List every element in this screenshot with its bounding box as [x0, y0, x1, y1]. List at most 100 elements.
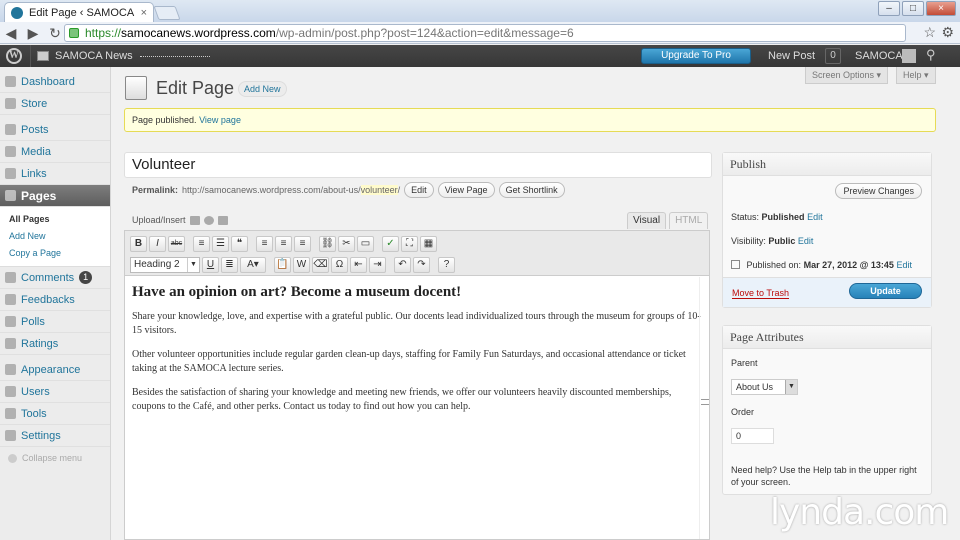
sidebar-item-pages[interactable]: Pages — [0, 185, 110, 207]
sidebar-item-label: Posts — [21, 123, 49, 136]
post-title-input[interactable]: Volunteer — [124, 152, 712, 178]
view-page-button[interactable]: View Page — [437, 182, 495, 198]
forward-arrow-icon[interactable]: ▶ — [22, 24, 44, 42]
submenu-copy-page[interactable]: Copy a Page — [9, 245, 110, 262]
more-tag-icon[interactable]: ▭ — [357, 235, 374, 252]
kitchen-sink-icon[interactable]: ▦ — [420, 235, 437, 252]
notifications-count[interactable]: 0 — [825, 48, 841, 64]
back-arrow-icon[interactable]: ◀ — [0, 24, 22, 42]
unlink-icon[interactable]: ✂ — [338, 235, 355, 252]
new-tab-button[interactable] — [153, 6, 181, 20]
align-right-icon[interactable]: ≡ — [294, 235, 311, 252]
avatar[interactable] — [902, 49, 916, 63]
add-document-icon[interactable] — [217, 215, 228, 225]
site-menu[interactable]: SAMOCA News — [30, 45, 139, 67]
move-to-trash-link[interactable]: Move to Trash — [732, 288, 790, 299]
preview-changes-button[interactable]: Preview Changes — [835, 183, 922, 199]
sidebar-item-appearance[interactable]: Appearance — [0, 359, 110, 381]
sidebar-item-settings[interactable]: Settings — [0, 425, 110, 447]
paste-text-icon[interactable]: 📋 — [274, 256, 291, 273]
bold-icon[interactable]: B — [130, 235, 147, 252]
strikethrough-icon[interactable]: abc — [168, 235, 185, 252]
format-select[interactable]: Heading 2 ▼ — [130, 256, 200, 273]
edit-permalink-button[interactable]: Edit — [404, 182, 434, 198]
add-new-button[interactable]: Add New — [238, 81, 287, 97]
editor-resize-handle[interactable] — [699, 277, 709, 539]
editor-body[interactable]: Have an opinion on art? Become a museum … — [125, 276, 709, 432]
undo-icon[interactable]: ↶ — [394, 256, 411, 273]
redo-icon[interactable]: ↷ — [413, 256, 430, 273]
update-button[interactable]: Update — [849, 283, 922, 299]
tab-html[interactable]: HTML — [669, 212, 709, 229]
fullscreen-icon[interactable]: ⛶ — [401, 235, 418, 252]
tab-close-icon[interactable]: × — [141, 7, 147, 19]
sidebar-item-store[interactable]: Store — [0, 93, 110, 115]
outdent-icon[interactable]: ⇤ — [350, 256, 367, 273]
url-field[interactable]: https:// samocanews.wordpress.com /wp-ad… — [64, 24, 906, 42]
collapse-menu[interactable]: Collapse menu — [0, 447, 110, 469]
add-image-icon[interactable] — [189, 215, 200, 225]
chevron-down-icon: ▼ — [785, 380, 797, 394]
submenu-all-pages[interactable]: All Pages — [9, 211, 110, 228]
permalink-end: / — [397, 185, 401, 195]
submenu-add-new[interactable]: Add New — [9, 228, 110, 245]
status-line: Status: Published Edit — [731, 212, 823, 222]
align-left-icon[interactable]: ≡ — [256, 235, 273, 252]
blockquote-icon[interactable]: ❝ — [231, 235, 248, 252]
edit-status-link[interactable]: Edit — [807, 212, 823, 222]
order-input[interactable]: 0 — [731, 428, 774, 444]
parent-select[interactable]: About Us ▼ — [731, 379, 798, 395]
screen-options-button[interactable]: Screen Options ▾ — [805, 67, 889, 84]
sidebar-item-posts[interactable]: Posts — [0, 119, 110, 141]
permalink-slug[interactable]: volunteer — [360, 185, 398, 195]
numbered-list-icon[interactable]: ☰ — [212, 235, 229, 252]
sidebar-item-label: Dashboard — [21, 75, 75, 88]
italic-icon[interactable]: I — [149, 235, 166, 252]
align-center-icon[interactable]: ≡ — [275, 235, 292, 252]
url-path: /wp-admin/post.php?post=124&action=edit&… — [275, 26, 574, 40]
link-icon[interactable]: ⛓ — [319, 235, 336, 252]
sidebar-item-dashboard[interactable]: Dashboard — [0, 71, 110, 93]
sidebar-item-users[interactable]: Users — [0, 381, 110, 403]
text-color-icon[interactable]: A▾ — [240, 256, 266, 273]
clear-formatting-icon[interactable]: ⌫ — [312, 256, 329, 273]
indent-icon[interactable]: ⇥ — [369, 256, 386, 273]
publish-actions: Move to Trash Update — [723, 277, 931, 307]
tab-visual[interactable]: Visual — [627, 212, 667, 229]
sidebar-item-comments[interactable]: Comments 1 — [0, 267, 110, 289]
edit-date-link[interactable]: Edit — [896, 260, 912, 270]
close-window-button[interactable]: × — [926, 1, 956, 16]
add-media-icon[interactable] — [203, 215, 214, 225]
sidebar-item-polls[interactable]: Polls — [0, 311, 110, 333]
search-icon[interactable]: ⚲ — [926, 47, 936, 63]
sidebar-item-feedbacks[interactable]: Feedbacks — [0, 289, 110, 311]
ssl-lock-icon — [69, 28, 79, 38]
maximize-button[interactable]: □ — [902, 1, 924, 16]
bullet-list-icon[interactable]: ≡ — [193, 235, 210, 252]
sidebar-item-ratings[interactable]: Ratings — [0, 333, 110, 355]
wrench-menu-icon[interactable]: ⚙ — [941, 24, 954, 41]
view-page-link[interactable]: View page — [199, 115, 241, 125]
edit-visibility-link[interactable]: Edit — [798, 236, 814, 246]
special-character-icon[interactable]: Ω — [331, 256, 348, 273]
user-menu[interactable]: SAMOCA — [855, 50, 903, 62]
page-attributes-title: Page Attributes — [723, 326, 931, 349]
wordpress-logo-icon[interactable]: W — [6, 48, 22, 64]
help-icon[interactable]: ? — [438, 256, 455, 273]
help-button[interactable]: Help ▾ — [896, 67, 936, 84]
paste-word-icon[interactable]: W — [293, 256, 310, 273]
browser-tab[interactable]: Edit Page ‹ SAMOCA News × — [4, 2, 154, 22]
settings-icon — [5, 430, 16, 441]
underline-icon[interactable]: U — [202, 256, 219, 273]
bookmark-star-icon[interactable]: ☆ — [923, 24, 936, 41]
reload-icon[interactable]: ↻ — [44, 24, 66, 42]
minimize-button[interactable]: – — [878, 1, 900, 16]
upgrade-button[interactable]: Upgrade To Pro — [641, 48, 751, 64]
sidebar-item-media[interactable]: Media — [0, 141, 110, 163]
justify-icon[interactable]: ≣ — [221, 256, 238, 273]
new-post-link[interactable]: New Post — [768, 50, 815, 62]
get-shortlink-button[interactable]: Get Shortlink — [498, 182, 565, 198]
sidebar-item-tools[interactable]: Tools — [0, 403, 110, 425]
spellcheck-icon[interactable]: ✓ — [382, 235, 399, 252]
sidebar-item-links[interactable]: Links — [0, 163, 110, 185]
